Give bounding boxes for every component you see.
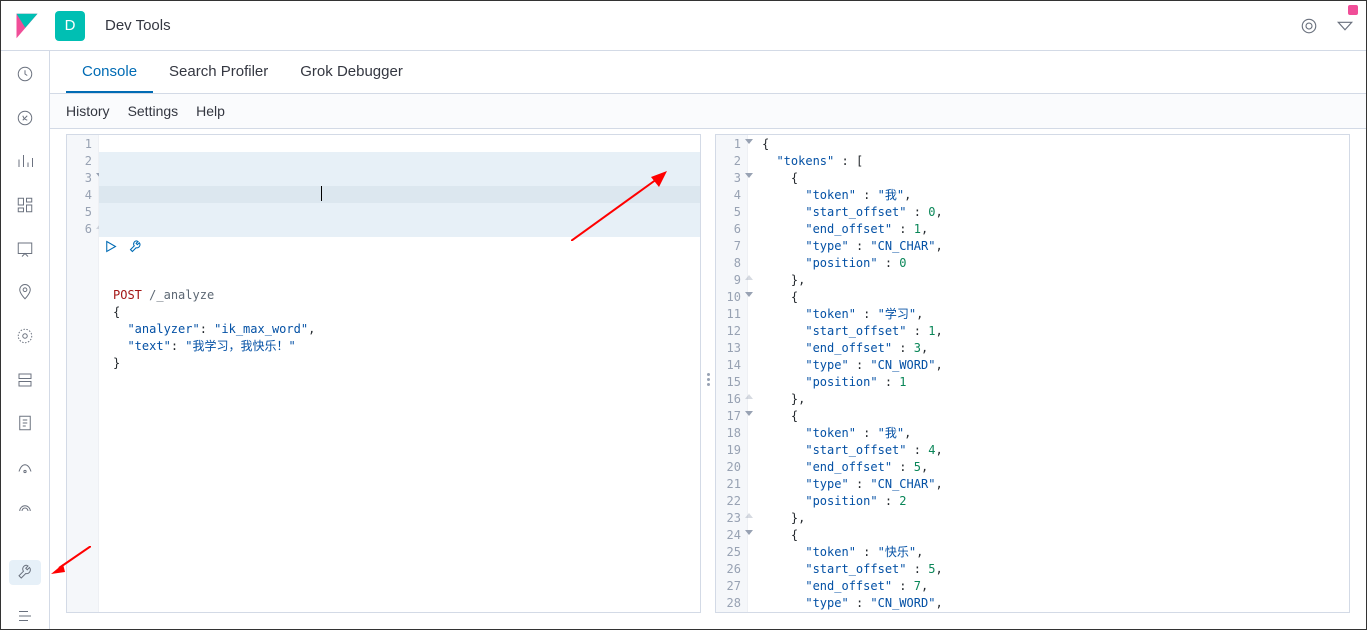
tab-console[interactable]: Console (66, 51, 153, 93)
top-bar: D Dev Tools (1, 1, 1366, 51)
request-editor[interactable]: 123456 POST /_analyze{ "analyzer": "ik_m… (66, 134, 701, 613)
nav-canvas[interactable] (9, 236, 41, 262)
link-settings[interactable]: Settings (128, 103, 179, 119)
nav-infrastructure[interactable] (9, 367, 41, 393)
main: Console Search Profiler Grok Debugger Hi… (50, 51, 1366, 629)
response-gutter: 1234567891011121314151617181920212223242… (716, 135, 748, 612)
kibana-logo[interactable] (13, 12, 41, 40)
nav-ml[interactable] (9, 323, 41, 349)
console-toolbar: History Settings Help (50, 94, 1366, 129)
nav-dev-tools[interactable] (9, 560, 41, 586)
help-icon[interactable] (1300, 17, 1318, 35)
newsfeed-icon[interactable] (1336, 17, 1354, 35)
nav-visualize[interactable] (9, 148, 41, 174)
nav-apm[interactable] (9, 454, 41, 480)
tab-grok-debugger[interactable]: Grok Debugger (284, 51, 419, 93)
tab-row: Console Search Profiler Grok Debugger (50, 51, 1366, 94)
side-nav (1, 51, 50, 629)
notification-dot (1348, 5, 1358, 15)
response-code: { "tokens" : [ { "token" : "我", "start_o… (748, 135, 1349, 612)
nav-recently-viewed[interactable] (9, 61, 41, 87)
nav-logs[interactable] (9, 411, 41, 437)
nav-maps[interactable] (9, 279, 41, 305)
link-history[interactable]: History (66, 103, 110, 119)
nav-dashboard[interactable] (9, 192, 41, 218)
breadcrumb: Dev Tools (105, 17, 171, 34)
nav-uptime[interactable] (9, 498, 41, 524)
request-code[interactable]: POST /_analyze{ "analyzer": "ik_max_word… (99, 135, 700, 612)
wrench-icon[interactable] (128, 239, 143, 254)
request-gutter: 123456 (67, 135, 99, 612)
pane-splitter[interactable] (704, 369, 712, 389)
space-avatar[interactable]: D (55, 11, 85, 41)
tab-search-profiler[interactable]: Search Profiler (153, 51, 284, 93)
link-help[interactable]: Help (196, 103, 225, 119)
nav-collapse[interactable] (9, 603, 41, 629)
play-icon[interactable] (103, 239, 118, 254)
nav-discover[interactable] (9, 105, 41, 131)
response-viewer: 1234567891011121314151617181920212223242… (715, 134, 1350, 613)
